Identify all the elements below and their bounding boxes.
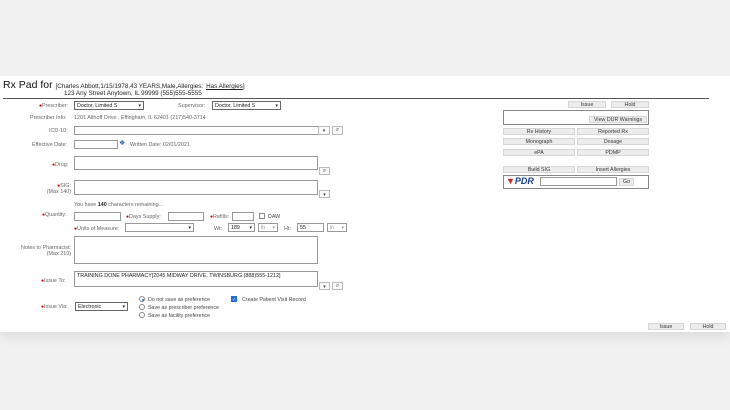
header-divider	[3, 98, 709, 99]
sig-dropdown-icon[interactable]: ▾	[319, 190, 330, 198]
epa-button[interactable]: ePA	[503, 149, 575, 156]
weight-input[interactable]: 189	[228, 223, 255, 232]
effective-date-label: Effective Date:	[32, 142, 67, 148]
monograph-button[interactable]: Monograph	[503, 138, 575, 145]
effective-date-input[interactable]	[74, 140, 118, 149]
issue-to-label: ●Issue To:	[41, 278, 66, 284]
supervisor-select[interactable]: Doctor, Limited S	[212, 101, 281, 110]
height-input[interactable]: 55	[297, 223, 324, 232]
icd-search-icon[interactable]: ⌕	[332, 126, 343, 135]
calendar-icon[interactable]: ❖	[119, 139, 125, 147]
drug-search-icon[interactable]: ⌕	[319, 167, 330, 175]
create-visit-checkbox[interactable]: ✓	[231, 296, 237, 303]
issue-via-select[interactable]: Electronic	[75, 302, 128, 311]
radio-save-prescriber-label: Save as prescriber preference	[148, 305, 219, 311]
issue-to-dropdown-icon[interactable]: ▾	[319, 282, 330, 290]
refills-input[interactable]	[232, 212, 254, 221]
height-label: Ht:	[284, 226, 291, 232]
days-supply-label: ●Days Supply:	[126, 214, 161, 220]
quantity-label: ●Quantity:	[42, 212, 67, 218]
chars-remaining: You have 140 characters remaining...	[74, 202, 164, 208]
radio-save-prescriber[interactable]	[139, 304, 145, 310]
issue-to-input[interactable]: TRAINING DONE PHARMACY[2045 MIDWAY DRIVE…	[74, 271, 318, 287]
patient-info-close: ]	[242, 83, 245, 90]
build-sig-button[interactable]: Build SIG	[503, 166, 575, 173]
days-supply-input[interactable]	[168, 212, 204, 221]
icd-label: ICD-10:	[49, 128, 68, 134]
daw-label: DAW	[268, 214, 281, 220]
radio-do-not-save[interactable]	[139, 296, 145, 302]
issue-button-bottom[interactable]: Issue	[648, 323, 684, 330]
refills-label: ●Refills:	[210, 214, 230, 220]
drug-input[interactable]	[74, 156, 318, 170]
sig-input[interactable]	[74, 180, 318, 195]
radio-do-not-save-label: Do not save as preference	[148, 297, 211, 303]
prescriber-label: ●Prescriber:	[39, 103, 69, 109]
notes-max: (Max 210)	[46, 251, 71, 257]
sig-max: (Max 140)	[46, 189, 71, 195]
drug-label: ●Drug:	[52, 162, 69, 168]
prescriber-select[interactable]: Doctor, Limited S	[74, 101, 144, 110]
prescriber-info-label: Prescriber Info:	[30, 115, 67, 121]
create-visit-label: Create Patient Visit Record	[242, 297, 306, 303]
patient-info: [Charles Abbott,1/15/1978,43 YEARS,Male,…	[55, 83, 204, 90]
weight-unit-select[interactable]: lb	[258, 223, 278, 232]
view-dur-warnings-button[interactable]: View DUR Warnings	[589, 116, 647, 123]
hold-button-top[interactable]: Hold	[611, 101, 649, 108]
rx-pad-title: Rx Pad for	[3, 79, 53, 91]
reported-rx-button[interactable]: Reported Rx	[577, 128, 649, 135]
quantity-input[interactable]	[74, 212, 121, 221]
written-date: Written Date: 02/01/2021	[130, 142, 190, 148]
icd-dropdown-icon[interactable]: ▾	[318, 126, 330, 135]
weight-label: Wt:	[214, 226, 223, 232]
pdr-go-button[interactable]: Go	[619, 178, 634, 186]
insert-allergies-button[interactable]: Insert Allergies	[577, 166, 649, 173]
issue-to-search-icon[interactable]: ⌕	[332, 282, 343, 290]
icd-input[interactable]	[74, 126, 330, 135]
pdmp-button[interactable]: PDMP	[577, 149, 649, 156]
supervisor-label: Supervisor:	[178, 103, 206, 109]
units-select[interactable]	[125, 223, 194, 232]
patient-address: 123 Any Street Anytown, IL 99999 (555)55…	[64, 90, 202, 97]
pdr-logo: ▼PDR	[506, 176, 534, 186]
radio-save-facility-label: Save as facility preference	[148, 313, 211, 319]
daw-checkbox[interactable]	[259, 213, 265, 219]
notes-input[interactable]	[74, 236, 318, 264]
pdr-search-input[interactable]	[540, 177, 617, 186]
issue-button-top[interactable]: Issue	[568, 101, 606, 108]
units-label: ●Units of Measure:	[74, 226, 120, 232]
height-unit-select[interactable]: in	[327, 223, 347, 232]
hold-button-bottom[interactable]: Hold	[690, 323, 726, 330]
prescriber-info-value: 1201 Althoff Drive , Effingham, IL 62401…	[74, 115, 206, 121]
dosage-button[interactable]: Dosage	[577, 138, 649, 145]
rx-history-button[interactable]: Rx History	[503, 128, 575, 135]
radio-save-facility[interactable]	[139, 312, 145, 318]
issue-via-label: ●Issue Via:	[41, 304, 68, 310]
has-allergies-link[interactable]: Has Allergies	[206, 83, 243, 90]
